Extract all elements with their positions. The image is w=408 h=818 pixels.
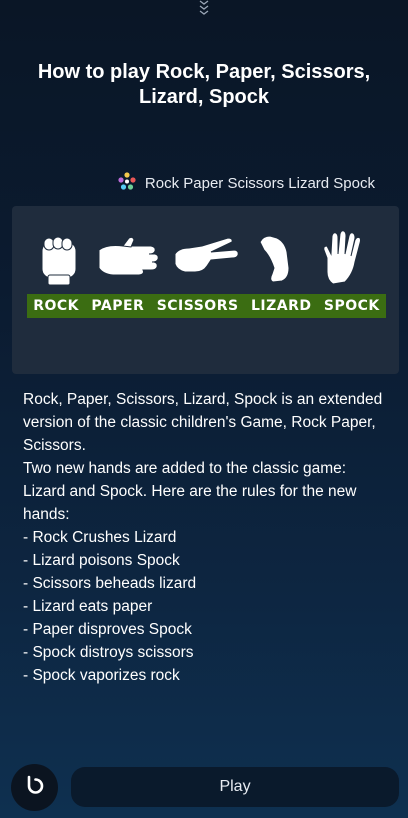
list-item: - Spock distroys scissors (23, 644, 194, 661)
list-item: - Lizard eats paper (23, 598, 153, 615)
rules-intro: Two new hands are added to the classic g… (23, 460, 357, 523)
illustration-card: ROCK PAPER SCISSORS LIZARD SPOCK (12, 206, 399, 374)
bottom-bar: Play (11, 763, 399, 811)
source-attribution: Rock Paper Scissors Lizard Spock (117, 171, 375, 196)
rules-list: - Rock Crushes Lizard - Lizard poisons S… (23, 526, 383, 687)
page-title: How to play Rock, Paper, Scissors, Lizar… (37, 61, 371, 108)
list-item: - Paper disproves Spock (23, 621, 192, 638)
list-item: - Rock Crushes Lizard (23, 529, 177, 546)
label-rock: ROCK (33, 298, 79, 314)
label-scissors: SCISSORS (156, 298, 239, 314)
instructions-text: Rock, Paper, Scissors, Lizard, Spock is … (23, 388, 383, 687)
list-item: - Lizard poisons Spock (23, 552, 180, 569)
bixby-icon (23, 773, 47, 802)
source-label: Rock Paper Scissors Lizard Spock (144, 174, 375, 192)
label-lizard: LIZARD (250, 298, 312, 314)
app-logo-icon (117, 171, 137, 196)
gesture-labels-bar: ROCK PAPER SCISSORS LIZARD SPOCK (27, 294, 386, 318)
chevron-down-icon[interactable] (194, 0, 214, 16)
list-item: - Spock vaporizes rock (23, 667, 180, 684)
hands-illustration: ROCK PAPER SCISSORS LIZARD SPOCK (27, 228, 386, 320)
list-item: - Scissors beheads lizard (23, 575, 197, 592)
assistant-button[interactable] (11, 764, 58, 811)
intro-paragraph: Rock, Paper, Scissors, Lizard, Spock is … (23, 391, 383, 454)
play-button[interactable]: Play (71, 767, 399, 807)
label-spock: SPOCK (323, 298, 380, 314)
hand-gestures-image (41, 230, 361, 286)
label-paper: PAPER (91, 298, 145, 314)
